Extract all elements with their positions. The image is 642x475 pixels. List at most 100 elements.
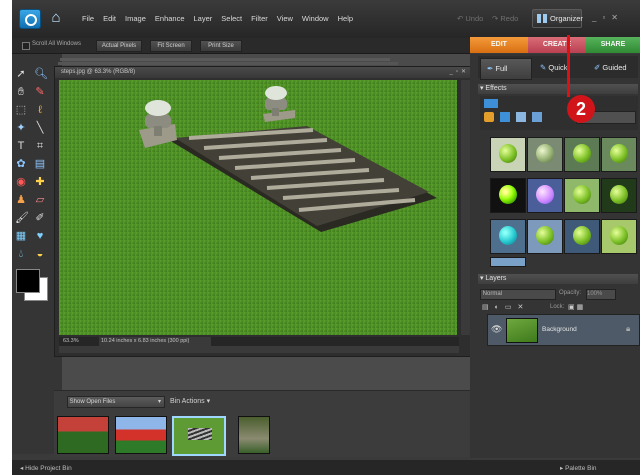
menu-select[interactable]: Select [221,14,242,23]
smart-brush-tool-icon[interactable]: ✐ [34,212,46,224]
cookie-cutter-tool-icon[interactable]: ✿ [15,158,27,170]
bin-thumbnail-selected[interactable] [172,416,226,456]
brush-tool-icon[interactable]: 🖌︎ [15,212,29,224]
undo-button[interactable]: ↶ Undo [457,14,483,23]
lasso-tool-icon[interactable]: ℓ [34,104,46,116]
mode-guided-button[interactable]: ✐ Guided [594,58,640,78]
effect-thumbnail[interactable] [601,137,637,172]
document-window-controls[interactable]: _▫✕ [450,67,470,78]
organizer-label: Organizer [550,14,583,23]
layer-lock-icon: 🔒︎ [626,324,631,333]
layer-styles-icon[interactable] [500,112,510,122]
effect-thumbnail[interactable] [564,137,600,172]
menu-view[interactable]: View [277,14,293,23]
home-icon[interactable]: ⌂ [48,10,64,26]
all-effects-icon[interactable] [532,112,542,122]
menu-window[interactable]: Window [302,14,329,23]
paint-bucket-tool-icon[interactable]: ♥ [34,230,46,242]
fit-screen-button[interactable]: Fit Screen [150,40,192,52]
app-window: ⌂ File Edit Image Enhance Layer Select F… [12,0,640,475]
layers-panel-header[interactable]: ▾ Layers [478,274,638,284]
hide-project-bin-button[interactable]: ◂ Hide Project Bin [20,464,72,472]
effect-thumbnail[interactable] [527,178,563,213]
effect-thumbnail[interactable] [601,178,637,213]
scroll-all-checkbox[interactable] [22,42,30,50]
move-tool-icon[interactable]: ➚ [15,68,27,80]
magic-wand-tool-icon[interactable]: ✦ [15,122,27,134]
effect-thumbnail[interactable] [490,257,526,267]
effect-thumbnail[interactable] [490,219,526,254]
bin-thumbnail[interactable] [57,416,109,454]
bin-show-select[interactable]: Show Open Files ▾ [67,396,165,408]
organizer-button[interactable]: Organizer [532,9,583,28]
horizontal-scrollbar[interactable] [59,346,459,353]
effects-panel-header[interactable]: ▾ Effects [478,84,638,94]
layer-row-background[interactable]: 👁︎ Background 🔒︎ [487,314,640,346]
effect-thumbnail[interactable] [601,219,637,254]
effect-thumbnail[interactable] [490,137,526,172]
document-window[interactable]: steps.jpg @ 63.3% (RGB/8) _▫✕ 63.3% 10.2… [54,66,476,357]
type-tool-icon[interactable]: T [15,140,27,152]
actual-pixels-button[interactable]: Actual Pixels [96,40,142,52]
opacity-label: Opacity: [559,290,582,296]
undo-label: Undo [465,14,484,23]
document-size-info[interactable]: 10.24 inches x 6.83 inches (300 ppi) [99,337,211,346]
lock-icons[interactable]: ▣▦ [568,303,585,311]
mode-quick-button[interactable]: ✎ Quick [540,58,586,78]
menu-file[interactable]: File [82,14,94,23]
hand-tool-icon[interactable]: ✋︎ [15,86,27,98]
opacity-field[interactable]: 100% [586,289,616,300]
bin-show-select-label: Show Open Files [69,399,116,405]
menu-help[interactable]: Help [338,14,353,23]
eyedropper-tool-icon[interactable]: ✎ [34,86,46,98]
document-titlebar[interactable]: steps.jpg @ 63.3% (RGB/8) _▫✕ [55,67,475,78]
sponge-tool-icon[interactable]: ◒ [34,248,46,260]
menu-filter[interactable]: Filter [251,14,268,23]
quick-selection-tool-icon[interactable]: ╲ [34,122,46,134]
menu-enhance[interactable]: Enhance [155,14,185,23]
eraser-tool-icon[interactable]: ▱ [34,194,46,206]
blur-tool-icon[interactable]: 💧︎ [15,248,27,260]
app-logo-icon[interactable] [19,9,41,29]
effect-thumbnail[interactable] [490,178,526,213]
effects-panel-title: Effects [485,85,507,92]
gradient-tool-icon[interactable]: ▦ [15,230,27,242]
clone-stamp-tool-icon[interactable]: ♟ [15,194,27,206]
menu-layer[interactable]: Layer [194,14,213,23]
zoom-readout: 63.3% [63,338,79,344]
mode-full-label: Full [495,64,508,73]
marquee-tool-icon[interactable]: ⬚ [15,104,27,116]
blend-mode-select[interactable]: Normal [480,289,556,300]
redo-button[interactable]: ↷ Redo [492,14,518,23]
menu-edit[interactable]: Edit [103,14,116,23]
visibility-eye-icon[interactable]: 👁︎ [491,324,502,335]
effect-thumbnail[interactable] [564,219,600,254]
bin-actions-menu[interactable]: Bin Actions ▾ [170,397,210,405]
layer-action-icons[interactable]: ▤◐▭✕ [482,303,529,311]
mode-full-button[interactable]: ✒ Full [480,58,532,80]
palette-bin-button[interactable]: ▸ Palette Bin [560,464,597,472]
effects-category-icon[interactable] [484,99,498,108]
effect-thumbnail[interactable] [527,137,563,172]
menu-image[interactable]: Image [125,14,146,23]
effect-thumbnail[interactable] [564,178,600,213]
tab-edit[interactable]: EDIT [470,37,528,53]
tab-create[interactable]: CREATE [528,37,586,53]
foreground-color-swatch[interactable] [16,269,40,293]
crop-tool-icon[interactable]: ⌗ [34,140,46,152]
filters-icon[interactable] [484,112,494,122]
zoom-tool-icon[interactable]: 🔍︎ [34,68,48,80]
tab-share[interactable]: SHARE [586,37,640,53]
bin-thumbnail[interactable] [238,416,270,454]
straighten-tool-icon[interactable]: ▤ [34,158,46,170]
effect-thumbnail[interactable] [527,219,563,254]
healing-brush-tool-icon[interactable]: ✚ [34,176,46,188]
photo-effects-icon[interactable] [516,112,526,122]
bin-thumbnail[interactable] [115,416,167,454]
blend-mode-value: Normal [482,291,503,297]
quick-mode-icon: ✎ [540,63,547,72]
red-eye-tool-icon[interactable]: ◉ [15,176,27,188]
print-size-button[interactable]: Print Size [200,40,242,52]
window-controls[interactable]: _▫✕ [592,13,624,22]
document-canvas[interactable] [59,80,457,335]
